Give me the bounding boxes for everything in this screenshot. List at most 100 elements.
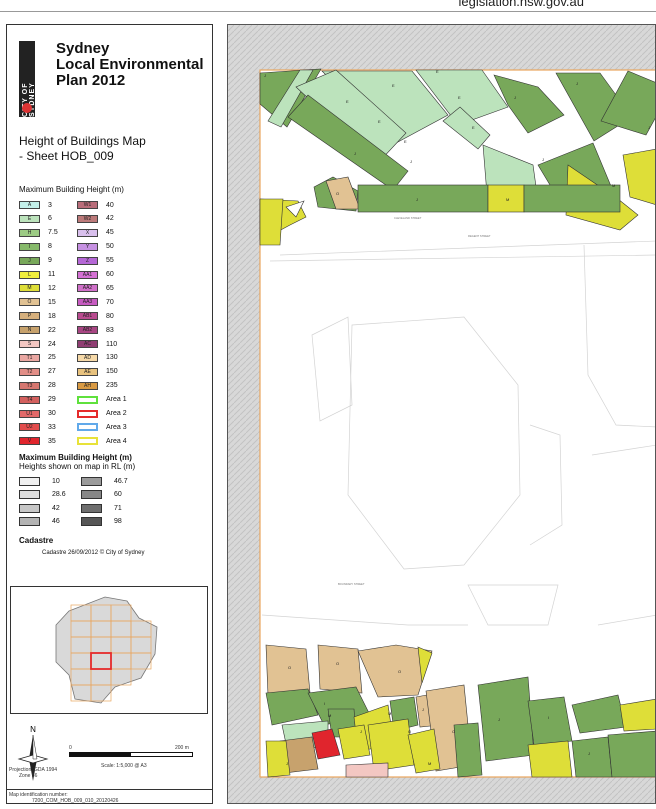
height-legend: A 3 E 6 H 7.5 I 8 J 9 L 11 M 12 O 15 P 18 N 22 S 24 T1 25 T2 27 T3… <box>19 200 209 450</box>
legend-entry-t2: T2 27 <box>19 367 56 377</box>
logo-emblem-icon <box>22 103 32 113</box>
zone-label: J <box>354 151 356 156</box>
legend-swatch: AA1 <box>77 270 98 279</box>
zone-label: J <box>286 761 288 766</box>
legend-entry-y: Y 50 <box>77 242 114 252</box>
legend-entry-n: N 22 <box>19 325 56 335</box>
zone-label: Zone 56 <box>19 773 38 779</box>
legend-entry-ae: AE 150 <box>77 367 118 377</box>
rl-heading: Maximum Building Height (m) <box>19 453 132 462</box>
zone-label: O <box>288 665 291 670</box>
zone-label: E <box>392 83 395 88</box>
zone-label: J <box>588 751 590 756</box>
zone-label: O <box>408 729 411 734</box>
plan-title-line-1: Sydney <box>56 40 110 57</box>
rl-value: 42 <box>52 504 60 512</box>
legend-swatch: Y <box>77 242 98 251</box>
zone-label: M <box>328 713 331 718</box>
rl-value: 28.6 <box>52 491 66 498</box>
legend-swatch: AE <box>77 367 98 376</box>
legend-swatch: W1 <box>77 201 98 209</box>
legend-value: 40 <box>106 201 114 209</box>
plan-title: Sydney Local Environmental Plan 2012 <box>56 41 206 89</box>
legend-entry-ad: AD 130 <box>77 353 118 363</box>
max-height-heading: Maximum Building Height (m) <box>19 185 124 194</box>
legend-entry-h: H 7.5 <box>19 228 58 238</box>
legend-swatch <box>77 395 98 404</box>
legend-value: Area 1 <box>106 396 127 404</box>
legend-swatch: AB1 <box>77 312 98 321</box>
legend-entry-area-2: Area 2 <box>77 409 127 419</box>
zone-label: E <box>404 139 407 144</box>
cadastre-text: Cadastre 26/09/2012 © City of Sydney <box>42 550 145 556</box>
rl-value: 98 <box>114 518 122 525</box>
legend-value: 130 <box>106 354 118 362</box>
map-title-line-1: Height of Buildings Map <box>19 134 146 148</box>
legend-value: Area 3 <box>106 423 127 431</box>
legend-swatch: S <box>19 340 40 348</box>
legend-swatch: A <box>19 201 40 209</box>
legend-value: 9 <box>48 257 52 265</box>
legend-value: 35 <box>48 437 56 445</box>
legend-entry-u2: U2 33 <box>19 422 56 432</box>
zone-label: E <box>458 95 461 100</box>
legend-value: 65 <box>106 284 114 292</box>
legend-swatch: AC <box>77 340 98 348</box>
rl-entry-42: 42 <box>19 503 60 513</box>
legend-value: Area 4 <box>106 437 127 445</box>
legend-swatch: AB2 <box>77 326 98 335</box>
legend-swatch <box>77 409 98 418</box>
legend-swatch <box>77 423 98 432</box>
rl-swatch <box>19 517 40 526</box>
legend-value: 22 <box>48 326 56 334</box>
legend-entry-aa1: AA1 60 <box>77 270 114 280</box>
zone-label: J <box>576 81 578 86</box>
plan-title-line-3: Plan 2012 <box>56 72 126 89</box>
zone-label: M <box>506 197 509 202</box>
legend-value: 3 <box>48 201 52 209</box>
legend-value: 83 <box>106 326 114 334</box>
legend-swatch: X <box>77 228 98 237</box>
legend-swatch: AH <box>77 381 98 390</box>
rl-entry-10: 10 <box>19 476 60 486</box>
rl-entry-60: 60 <box>81 490 122 500</box>
rl-subtitle: Heights shown on map in RL (m) <box>19 462 136 471</box>
legend-value: 24 <box>48 340 56 348</box>
legend-entry-aa3: AA3 70 <box>77 297 114 307</box>
legend-swatch: U2 <box>19 423 40 432</box>
legend-swatch: M <box>19 284 40 293</box>
legend-value: 15 <box>48 298 56 306</box>
legend-value: 18 <box>48 312 56 320</box>
legend-value: 80 <box>106 312 114 320</box>
zone-label: J <box>416 197 418 202</box>
legend-swatch: AA2 <box>77 284 98 293</box>
legend-value: 11 <box>48 271 56 278</box>
scale-text: Scale: 1:5,000 @ A3 <box>101 763 147 769</box>
legend-entry-o: O 15 <box>19 297 56 307</box>
legend-swatch: E <box>19 214 40 223</box>
zone-label: M <box>428 761 431 766</box>
legend-value: 60 <box>106 271 114 278</box>
rl-entry-71: 71 <box>81 503 122 513</box>
legend-value: 33 <box>48 423 56 431</box>
legend-entry-w1: W1 40 <box>77 200 114 210</box>
zone-label: J <box>410 159 412 164</box>
cadastre-heading: Cadastre <box>19 536 54 545</box>
footer-divider <box>7 789 212 790</box>
legend-swatch: U1 <box>19 409 40 418</box>
street-label: CLEVELAND STREET <box>394 216 422 220</box>
legend-entry-l: L 11 <box>19 270 55 280</box>
legend-entry-t1: T1 25 <box>19 353 56 363</box>
map-title-line-2: - Sheet HOB_009 <box>19 149 114 163</box>
rl-swatch <box>19 503 40 513</box>
legend-entry-v: V 35 <box>19 436 56 446</box>
legend-swatch: W2 <box>77 214 98 223</box>
rl-swatch <box>19 476 40 486</box>
legend-entry-area-1: Area 1 <box>77 395 127 405</box>
rl-swatch <box>81 490 102 499</box>
legend-value: 235 <box>106 382 118 390</box>
legend-swatch: AA3 <box>77 298 98 307</box>
zone-label: E <box>378 119 381 124</box>
zone-label: O <box>336 191 339 196</box>
legend-entry-aa2: AA2 65 <box>77 283 114 293</box>
